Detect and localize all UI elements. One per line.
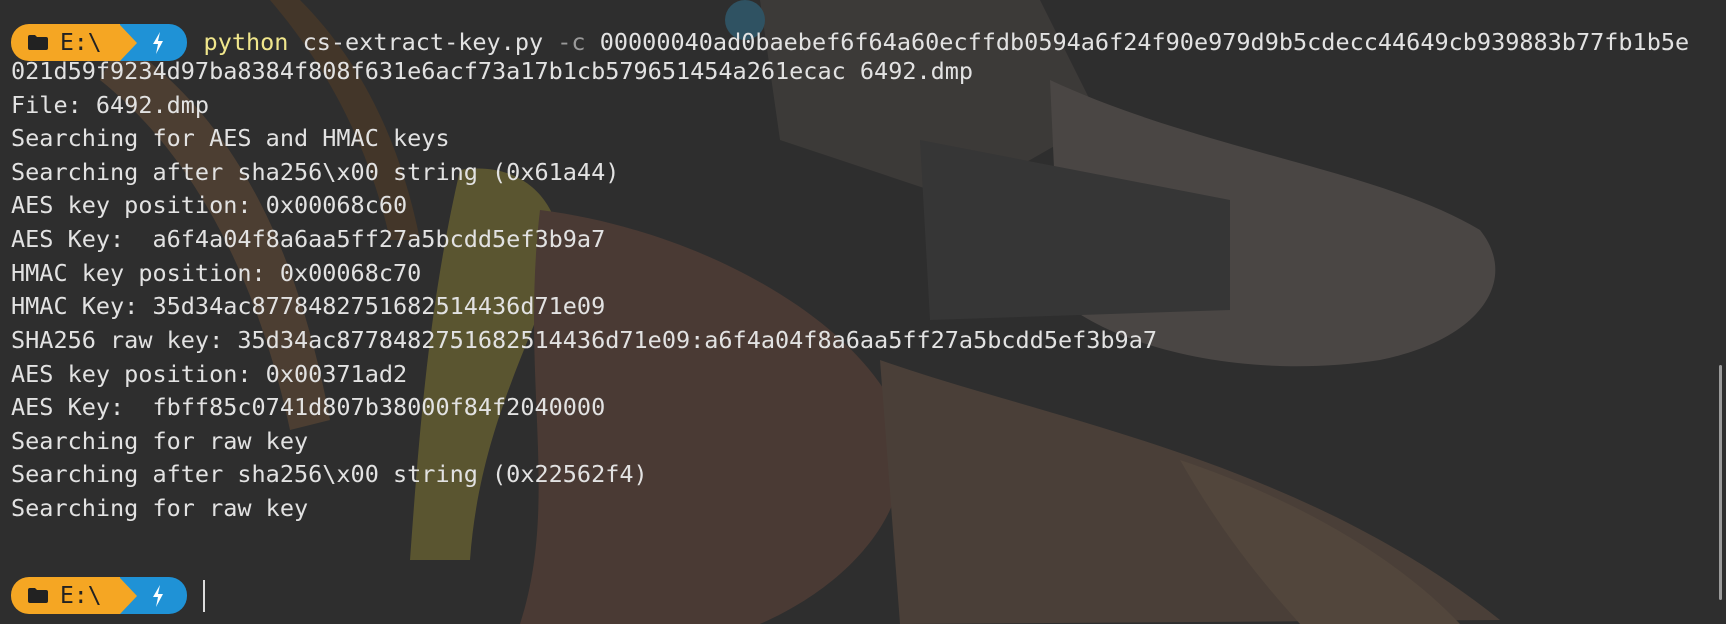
output-line: Searching for raw key bbox=[11, 427, 309, 455]
prompt-directory: E:\ bbox=[60, 582, 102, 609]
command-program: python bbox=[203, 28, 289, 56]
folder-icon bbox=[28, 35, 48, 50]
command-argument: 00000040ad0baebef6f64a60ecffdb0594a6f24f… bbox=[599, 28, 1690, 56]
prompt-line: E:\ bbox=[11, 577, 205, 614]
output-line: Searching after sha256\x00 string (0x61a… bbox=[11, 158, 620, 186]
output-line: AES key position: 0x00068c60 bbox=[11, 191, 408, 219]
text-cursor[interactable] bbox=[202, 579, 205, 612]
lightning-bolt-icon bbox=[152, 584, 163, 607]
output-line: HMAC Key: 35d34ac8778482751682514436d71e… bbox=[11, 292, 606, 320]
output-line: AES Key: fbff85c0741d807b38000f84f204000… bbox=[11, 393, 606, 421]
output-line: File: 6492.dmp bbox=[11, 91, 210, 119]
output-line: AES Key: a6f4a04f8a6aa5ff27a5bcdd5ef3b9a… bbox=[11, 225, 606, 253]
folder-icon bbox=[28, 588, 48, 603]
powerline-separator bbox=[119, 577, 137, 614]
output-line: Searching after sha256\x00 string (0x225… bbox=[11, 460, 648, 488]
terminal-window[interactable]: E:\ python cs-extract-key.py -c 00000040… bbox=[0, 0, 1726, 624]
lightning-bolt-icon bbox=[152, 31, 163, 54]
output-line: Searching for raw key bbox=[11, 494, 309, 522]
output-line: SHA256 raw key: 35d34ac87784827516825144… bbox=[11, 326, 1158, 354]
output-line: HMAC key position: 0x00068c70 bbox=[11, 259, 422, 287]
output-line: AES key position: 0x00371ad2 bbox=[11, 360, 408, 388]
output-line: Searching for AES and HMAC keys bbox=[11, 124, 450, 152]
prompt-directory-segment: E:\ bbox=[11, 577, 120, 614]
powerline-separator bbox=[119, 24, 137, 61]
scrollbar[interactable] bbox=[1719, 365, 1722, 600]
command-flag: -c bbox=[557, 28, 586, 56]
prompt-directory: E:\ bbox=[60, 29, 102, 56]
command-script: cs-extract-key.py bbox=[302, 28, 544, 56]
